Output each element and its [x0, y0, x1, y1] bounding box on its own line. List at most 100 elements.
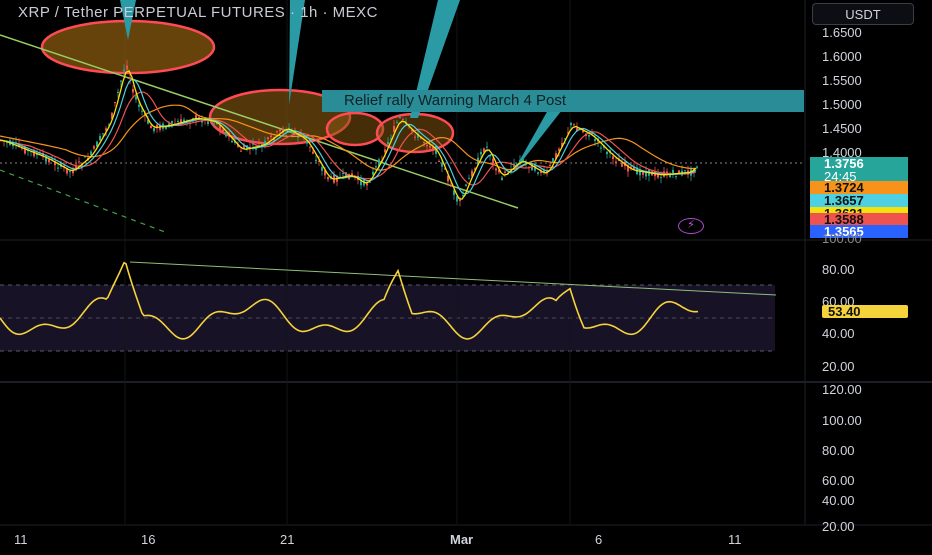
annotation-callout[interactable]: Relief rally Warning March 4 Post: [322, 90, 804, 112]
candle-body: [600, 147, 602, 149]
candle-body: [213, 123, 215, 125]
candle-body: [426, 144, 428, 147]
candle-body: [297, 136, 299, 138]
candle-body: [366, 183, 368, 186]
candle-body: [423, 142, 425, 144]
candle-body: [384, 149, 386, 153]
candle-body: [210, 121, 212, 123]
candle-body: [675, 175, 677, 177]
time-tick: 21: [280, 532, 295, 547]
candle-body: [468, 178, 470, 180]
candle-body: [615, 161, 617, 163]
candle-body: [312, 151, 314, 154]
rsi-tick: 20.00: [822, 359, 855, 374]
candle-body: [459, 199, 461, 201]
candle-body: [552, 158, 554, 162]
candle-body: [132, 88, 134, 93]
price-tick: 1.4500: [822, 121, 862, 136]
candle-body: [375, 166, 377, 168]
rsi-tick: 40.00: [822, 326, 855, 341]
lower-tick: 20.00: [822, 519, 855, 534]
candle-body: [393, 126, 395, 132]
time-tick: 11: [728, 532, 742, 547]
price-tick: 1.5000: [822, 97, 862, 112]
candle-body: [267, 137, 269, 140]
candle-body: [660, 176, 662, 178]
candle-body: [78, 161, 80, 163]
candle-body: [672, 169, 674, 174]
candle-body: [153, 127, 155, 132]
candle-body: [642, 172, 644, 175]
rsi-tick: 80.00: [822, 262, 855, 277]
candle-body: [57, 167, 59, 169]
candle-body: [594, 138, 596, 141]
candle-body: [93, 146, 95, 149]
lightning-alert-icon[interactable]: ⚡: [678, 218, 704, 234]
time-tick: 6: [595, 532, 603, 547]
candle-body: [387, 142, 389, 145]
candle-body: [696, 166, 698, 168]
candle-body: [486, 146, 488, 148]
price-tick: 1.6500: [822, 25, 862, 40]
candle-body: [177, 120, 179, 123]
candle-body: [270, 135, 272, 138]
candle-body: [399, 117, 401, 119]
chart-stage[interactable]: XRP / Tether PERPETUAL FUTURES · 1h · ME…: [0, 0, 932, 550]
candle-body: [504, 171, 506, 173]
candle-body: [501, 177, 503, 180]
candle-body: [117, 91, 119, 93]
rsi-tick: 100.00: [822, 231, 862, 246]
lower-tick: 120.00: [822, 382, 862, 397]
candle-body: [402, 119, 404, 121]
chart-canvas[interactable]: [0, 0, 932, 550]
price-tick: 1.6000: [822, 49, 862, 64]
candle-body: [150, 125, 152, 129]
lower-tick: 80.00: [822, 443, 855, 458]
candle-body: [138, 104, 140, 107]
candle-body: [240, 150, 242, 152]
rsi-value-badge: 53.40: [822, 305, 908, 318]
candle-body: [126, 65, 128, 70]
candle-body: [315, 159, 317, 162]
candle-body: [438, 160, 440, 162]
candle-body: [495, 168, 497, 171]
candle-body: [465, 184, 467, 186]
callout-text: Relief rally Warning March 4 Post: [344, 92, 567, 109]
candle-body: [69, 170, 71, 173]
chart-title: XRP / Tether PERPETUAL FUTURES · 1h · ME…: [18, 4, 378, 21]
candle-body: [549, 164, 551, 166]
candle-body: [612, 156, 614, 160]
lower-tick: 60.00: [822, 473, 855, 488]
candle-body: [414, 136, 416, 138]
candle-body: [129, 77, 131, 79]
candle-body: [450, 185, 452, 187]
lower-tick: 100.00: [822, 413, 862, 428]
candle-body: [606, 151, 608, 155]
candle-body: [276, 131, 278, 133]
candle-body: [321, 167, 323, 171]
candle-body: [198, 116, 200, 118]
candle-body: [441, 162, 443, 167]
candle-body: [171, 120, 173, 124]
candle-body: [480, 151, 482, 155]
candle-body: [396, 122, 398, 124]
candle-body: [231, 140, 233, 143]
time-tick: 16: [141, 532, 156, 547]
candle-body: [141, 110, 143, 112]
currency-button[interactable]: USDT: [812, 3, 914, 25]
candle-body: [621, 162, 623, 167]
candle-body: [135, 96, 137, 100]
candle-body: [684, 170, 686, 172]
lower-tick: 40.00: [822, 493, 855, 508]
candle-body: [123, 69, 125, 72]
highlight-ellipse-3[interactable]: [325, 111, 385, 147]
candle-body: [258, 142, 260, 145]
candle-body: [492, 158, 494, 164]
candle-body: [120, 80, 122, 82]
candle-body: [588, 134, 590, 137]
candle-body: [279, 129, 281, 132]
candle-body: [222, 129, 224, 133]
candle-body: [309, 146, 311, 148]
candle-body: [102, 133, 104, 135]
candle-body: [537, 172, 539, 174]
